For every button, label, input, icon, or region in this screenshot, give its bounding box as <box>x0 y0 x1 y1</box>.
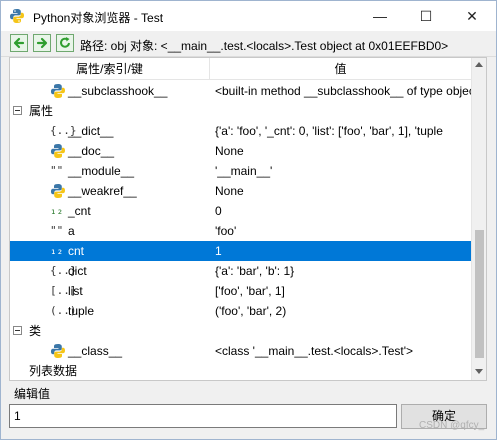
edit-value-label: 编辑值 <box>14 387 51 401</box>
tree-row-value: {'a': 'bar', 'b': 1} <box>215 264 295 278</box>
tuple-icon: (..) <box>50 304 77 317</box>
tree-group-label: 属性 <box>29 104 54 118</box>
python-object-icon <box>50 183 66 199</box>
python-object-icon <box>50 343 66 359</box>
tree-row[interactable]: [..] list ['foo', 'bar', 1] <box>10 281 471 301</box>
tree-row[interactable]: 列表数据 <box>10 361 471 380</box>
tree-row-name: dict <box>68 264 87 278</box>
window-title: Python对象浏览器 - Test <box>33 11 164 25</box>
python-method-icon <box>50 83 66 99</box>
tree-row-name: __dict__ <box>68 124 114 138</box>
tree-row[interactable]: __weakref__ None <box>10 181 471 201</box>
tree-row-name: __class__ <box>68 344 123 358</box>
tree-header: 属性/索引/键 值 <box>10 58 471 80</box>
tree-row-name: __subclasshook__ <box>68 84 168 98</box>
tree-row-value: ('foo', 'bar', 2) <box>215 304 287 318</box>
tree-group-row[interactable]: 属性 <box>10 101 471 121</box>
tree-row-value: 0 <box>215 204 222 218</box>
column-header-name[interactable]: 属性/索引/键 <box>10 58 210 80</box>
tree-row-value: <class '__main__.test.<locals>.Test'> <box>215 344 414 358</box>
tree-row-value: 'foo' <box>215 224 237 238</box>
tree-row-name: _cnt <box>68 204 91 218</box>
string-icon: "" <box>50 164 64 177</box>
forward-arrow-icon[interactable] <box>33 34 51 52</box>
string-icon: "" <box>50 224 64 237</box>
tree-row[interactable]: "" __module__ '__main__' <box>10 161 471 181</box>
maximize-button[interactable]: ☐ <box>403 1 449 31</box>
tree-row-name: tuple <box>68 304 95 318</box>
tree-row-name: __module__ <box>68 164 135 178</box>
collapse-toggle-icon[interactable] <box>13 326 22 335</box>
collapse-toggle-icon[interactable] <box>13 106 22 115</box>
scroll-down-arrow-icon[interactable] <box>475 369 483 374</box>
watermark: CSDN @qfcy_ <box>419 420 485 431</box>
tree-row-value: ['foo', 'bar', 1] <box>215 284 285 298</box>
tree-row[interactable]: __doc__ None <box>10 141 471 161</box>
tree-row-name: __doc__ <box>68 144 115 158</box>
value-input[interactable] <box>9 404 397 428</box>
minimize-button[interactable]: — <box>357 1 403 31</box>
tree-row-value: None <box>215 144 244 158</box>
tree-section-label: 列表数据 <box>29 364 78 378</box>
number-icon: ₁₂ <box>50 244 64 257</box>
path-label: 路径: obj 对象: <__main__.test.<locals>.Test… <box>80 39 449 53</box>
tree-row[interactable]: (..) tuple ('foo', 'bar', 2) <box>10 301 471 321</box>
tree-row[interactable]: {..} __dict__ {'a': 'foo', '_cnt': 0, 'lis… <box>10 121 471 141</box>
tree-row-value: None <box>215 184 244 198</box>
tree-row[interactable]: ₁₂ cnt 1 <box>10 241 471 261</box>
object-browser-window: Python对象浏览器 - Test — ☐ ✕ 路径: obj 对象: <__… <box>0 0 497 440</box>
list-icon: [..] <box>50 284 77 297</box>
tree-group-label: 类 <box>29 324 42 338</box>
python-object-icon <box>50 143 66 159</box>
scroll-up-arrow-icon[interactable] <box>475 62 483 67</box>
close-button[interactable]: ✕ <box>449 1 495 31</box>
tree-row-name: a <box>68 224 75 238</box>
python-app-icon <box>10 9 24 23</box>
tree-row-name: __weakref__ <box>68 184 137 198</box>
tree-row-value: <built-in method __subclasshook__ of typ… <box>215 84 471 98</box>
tree-row[interactable]: "" a 'foo' <box>10 221 471 241</box>
object-tree[interactable]: 属性/索引/键 值 __subclasshook__ <built-in meth… <box>9 57 487 381</box>
dict-icon: {..} <box>50 124 77 137</box>
tree-group-row[interactable]: 类 <box>10 321 471 341</box>
tree-row[interactable]: __class__ <class '__main__.test.<locals>.… <box>10 341 471 361</box>
tree-row[interactable]: ₁₂ _cnt 0 <box>10 201 471 221</box>
refresh-icon[interactable] <box>56 34 74 52</box>
tree-row-value: 1 <box>215 244 222 258</box>
dict-icon: {..} <box>50 264 77 277</box>
number-icon: ₁₂ <box>50 204 64 217</box>
navigation-toolbar: 路径: obj 对象: <__main__.test.<locals>.Test… <box>1 31 496 57</box>
tree-row-value: {'a': 'foo', '_cnt': 0, 'list': ['foo', … <box>215 124 443 138</box>
tree-row[interactable]: {..} dict {'a': 'bar', 'b': 1} <box>10 261 471 281</box>
vertical-scrollbar[interactable] <box>471 58 486 380</box>
back-arrow-icon[interactable] <box>10 34 28 52</box>
tree-row-name: list <box>68 284 83 298</box>
tree-row[interactable]: __subclasshook__ <built-in method __subcl… <box>10 81 471 101</box>
column-header-value[interactable]: 值 <box>210 58 471 80</box>
tree-row-name: cnt <box>68 244 85 258</box>
scrollbar-thumb[interactable] <box>475 230 484 358</box>
title-bar[interactable]: Python对象浏览器 - Test — ☐ ✕ <box>1 1 496 31</box>
tree-row-value: '__main__' <box>215 164 273 178</box>
